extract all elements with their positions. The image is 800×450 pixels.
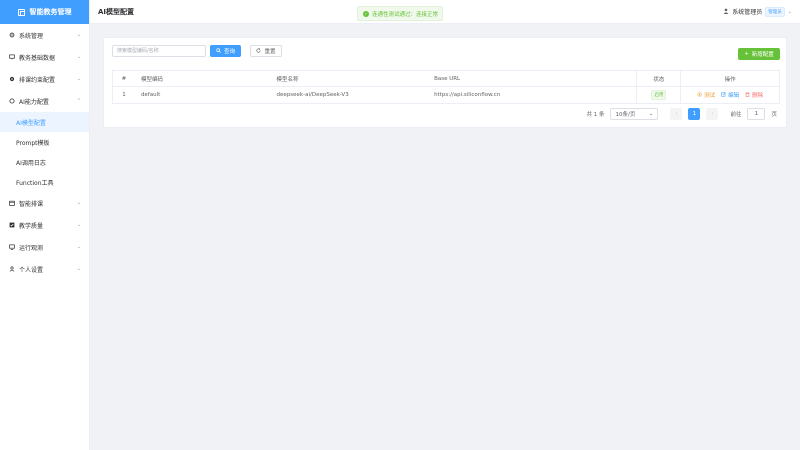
- lightning-icon: [697, 91, 702, 99]
- col-header-url: Base URL: [434, 75, 461, 82]
- top-bar: AI模型配置 系统管理员 管理员 ⌄: [90, 0, 800, 24]
- query-button[interactable]: 查询: [210, 45, 241, 57]
- chevron-down-icon: ⌄: [787, 8, 792, 15]
- refresh-icon: [256, 47, 262, 55]
- sidebar-subitem-prompt[interactable]: Prompt模板: [0, 132, 89, 152]
- col-header-status: 状态: [636, 71, 680, 86]
- sidebar-subitem-ai-log[interactable]: AI调用日志: [0, 152, 89, 172]
- next-page-button[interactable]: ›: [706, 108, 719, 120]
- chevron-up-icon: ⌃: [76, 98, 81, 104]
- jump-prefix: 前往: [730, 112, 742, 118]
- sidebar-item-scheduling[interactable]: 智能排课 ⌄: [0, 192, 89, 214]
- add-config-button[interactable]: + 新增配置: [738, 48, 780, 60]
- row-url: https://api.siliconflow.cn: [434, 92, 501, 98]
- col-header-index: #: [121, 75, 127, 82]
- page-size-select[interactable]: 10条/页 ⌄: [610, 108, 659, 120]
- ring-icon: [9, 98, 15, 104]
- chevron-down-icon: ⌄: [76, 222, 81, 228]
- chevron-down-icon: ⌄: [76, 54, 81, 60]
- col-header-name: 模型名称: [276, 76, 299, 83]
- success-toast: ✓ 连通性测试通过：连接正常: [357, 6, 443, 21]
- row-code: default: [140, 92, 161, 98]
- sidebar-subitem-ai-model[interactable]: AI模型配置: [0, 112, 89, 132]
- model-table: # 模型编码 模型名称 Base URL 状态 操作 1 default dee…: [112, 70, 780, 104]
- delete-button[interactable]: 删除: [745, 91, 763, 99]
- sidebar-item-ai[interactable]: AI能力配置 ⌃: [0, 90, 89, 112]
- chevron-down-icon: ⌄: [76, 76, 81, 82]
- app-logo[interactable]: 智能教务管理: [0, 0, 89, 24]
- toast-message: 连通性测试通过：连接正常: [372, 11, 439, 18]
- user-icon: [9, 266, 15, 272]
- test-button[interactable]: 测试: [697, 91, 715, 99]
- sidebar-subitem-function[interactable]: Function工具: [0, 172, 89, 192]
- chevron-down-icon: ⌄: [76, 32, 81, 38]
- cog-icon: [9, 76, 15, 82]
- gear-icon: [9, 32, 15, 38]
- trash-icon: [745, 92, 750, 99]
- role-badge: 管理员: [765, 6, 785, 17]
- total-count: 共 1 条: [586, 112, 605, 118]
- content-card: 查询 重置 + 新增配置 # 模型编码 模型名称 Base URL 状态 操作 …: [103, 37, 787, 128]
- check-circle-icon: ✓: [363, 10, 369, 17]
- col-header-ops: 操作: [680, 71, 779, 86]
- page-number-1[interactable]: 1: [688, 108, 701, 120]
- sidebar-item-constraints[interactable]: 排课约束配置 ⌄: [0, 68, 89, 90]
- row-name: deepseek-ai/DeepSeek-V3: [276, 92, 349, 98]
- edit-icon: [721, 91, 726, 99]
- user-icon: [723, 8, 729, 16]
- table-header: # 模型编码 模型名称 Base URL 状态 操作: [113, 71, 779, 87]
- monitor-icon: [9, 54, 15, 60]
- chevron-down-icon: ⌄: [76, 266, 81, 272]
- col-header-code: 模型编码: [140, 76, 163, 83]
- reset-button[interactable]: 重置: [250, 45, 282, 57]
- edit-button[interactable]: 编辑: [721, 91, 739, 99]
- sidebar-item-system[interactable]: 系统管理 ⌄: [0, 24, 89, 46]
- logo-icon: [17, 8, 25, 16]
- screen-icon: [9, 244, 15, 250]
- sidebar-item-quality[interactable]: 教学质量 ⌄: [0, 214, 89, 236]
- sidebar-item-observe[interactable]: 运行观测 ⌄: [0, 236, 89, 258]
- status-badge: 启用: [651, 90, 667, 100]
- checkbox-icon: [9, 222, 15, 228]
- sidebar: 智能教务管理 系统管理 ⌄ 教务基础数据 ⌄ 排课约束配置 ⌄ AI能力配置 ⌃…: [0, 0, 90, 450]
- prev-page-button[interactable]: ‹: [670, 108, 683, 120]
- chevron-down-icon: ⌄: [648, 111, 654, 117]
- search-input[interactable]: [112, 45, 206, 57]
- app-name: 智能教务管理: [29, 8, 72, 16]
- plus-icon: +: [744, 51, 749, 57]
- user-menu[interactable]: 系统管理员 管理员 ⌄: [723, 6, 792, 17]
- table-row: 1 default deepseek-ai/DeepSeek-V3 https:…: [113, 87, 779, 103]
- user-name: 系统管理员: [732, 9, 763, 16]
- jump-suffix: 页: [771, 112, 777, 118]
- pagination: 共 1 条 10条/页 ⌄ ‹ 1 › 前往 1 页: [586, 108, 777, 120]
- sidebar-menu: 系统管理 ⌄ 教务基础数据 ⌄ 排课约束配置 ⌄ AI能力配置 ⌃ AI模型配置…: [0, 24, 89, 280]
- chevron-down-icon: ⌄: [76, 244, 81, 250]
- sidebar-item-base-data[interactable]: 教务基础数据 ⌄: [0, 46, 89, 68]
- page-jump-input[interactable]: 1: [747, 108, 766, 120]
- search-icon: [216, 47, 221, 55]
- chevron-down-icon: ⌄: [76, 200, 81, 206]
- sidebar-item-personal[interactable]: 个人设置 ⌄: [0, 258, 89, 280]
- page-title: AI模型配置: [98, 7, 135, 16]
- row-index: 1: [122, 92, 126, 98]
- calendar-icon: [9, 200, 15, 206]
